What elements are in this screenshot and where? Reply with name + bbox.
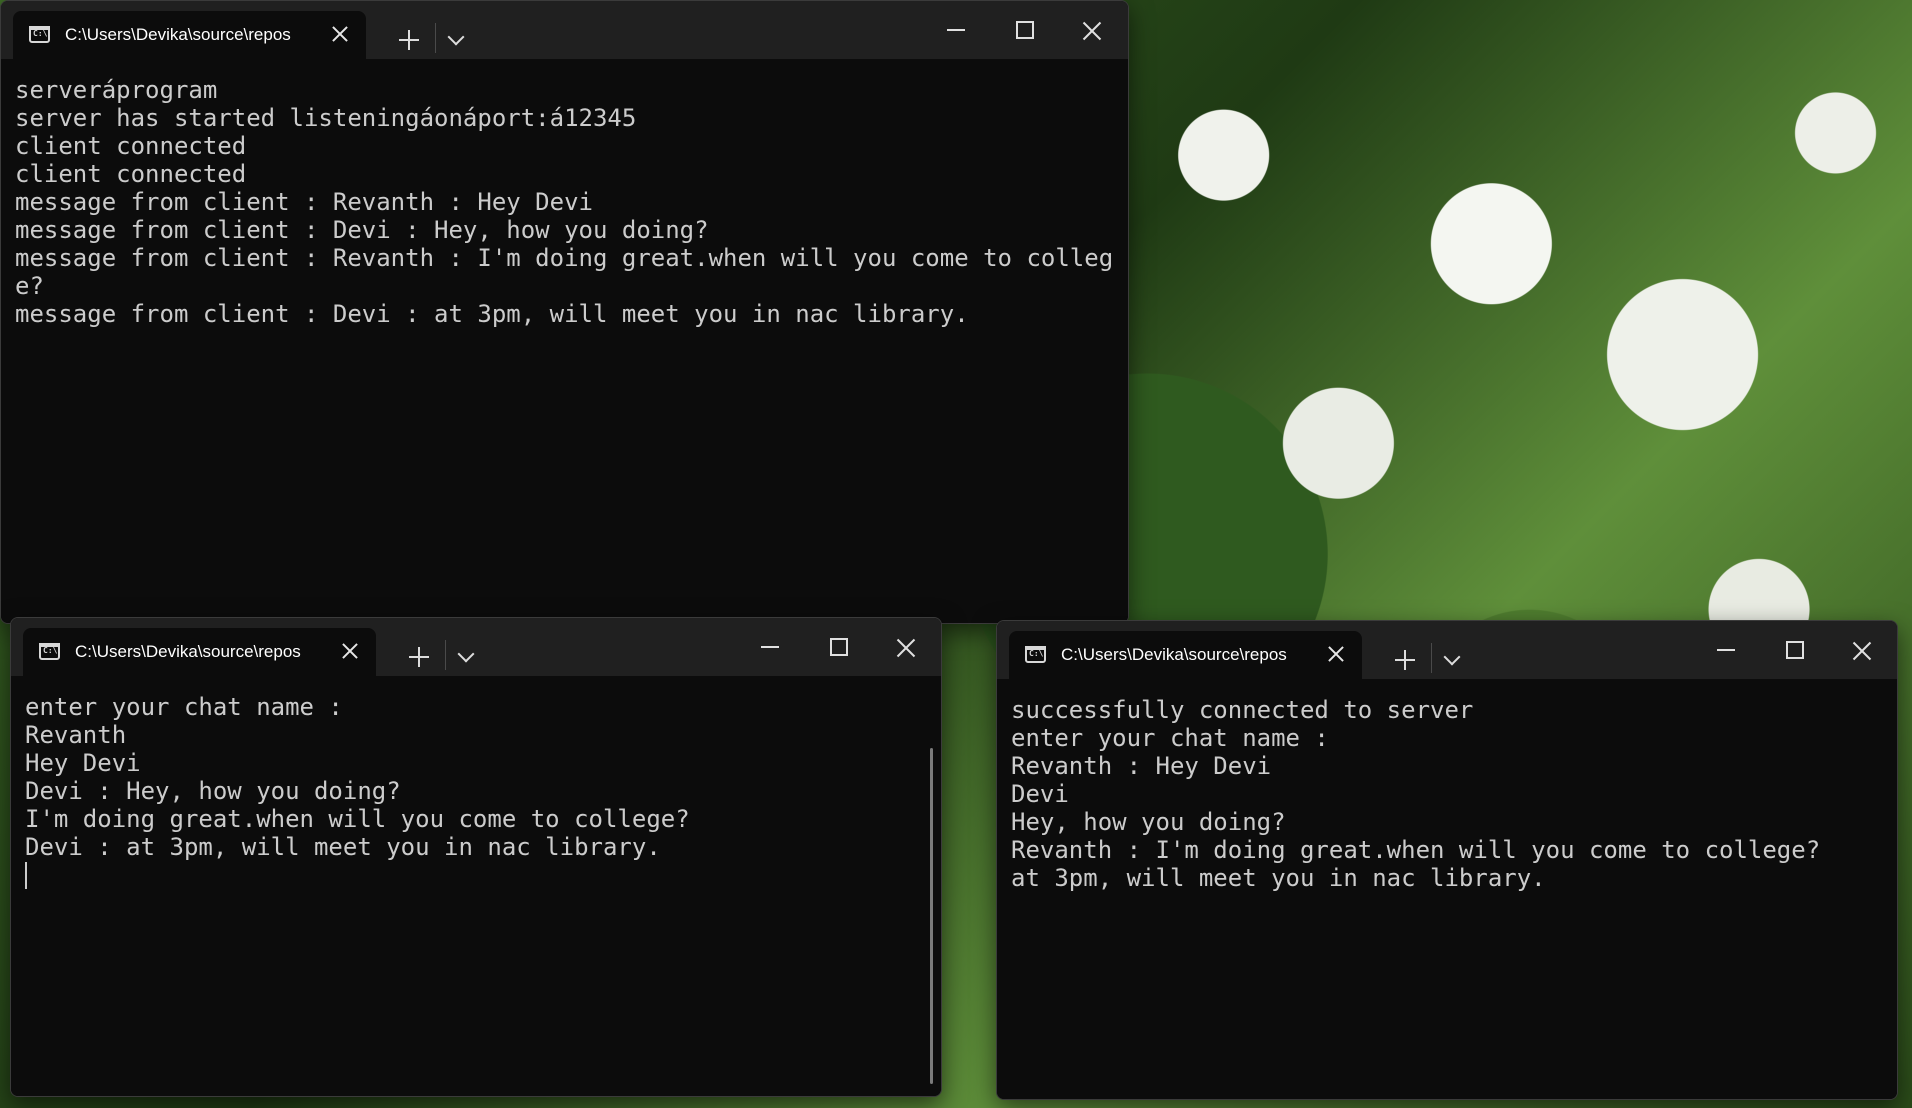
plus-icon[interactable] (399, 30, 419, 50)
close-window-icon[interactable] (895, 636, 917, 658)
console-line: successfully connected to server (1011, 696, 1474, 724)
console-line: message from client : Devi : at 3pm, wil… (15, 300, 969, 328)
divider (435, 23, 436, 53)
console-output[interactable]: serveráprogram server has started listen… (1, 64, 1128, 623)
console-line: I'm doing great.when will you come to co… (25, 805, 690, 833)
tab-title: C:\Users\Devika\source\repos (75, 642, 301, 661)
console-output[interactable]: enter your chat name : Revanth Hey Devi … (11, 681, 941, 1096)
console-line: at 3pm, will meet you in nac library. (1011, 864, 1546, 892)
minimize-icon[interactable] (1717, 639, 1739, 661)
console-line: client connected (15, 132, 247, 160)
tab-title: C:\Users\Devika\source\repos (1061, 645, 1287, 664)
minimize-icon[interactable] (947, 19, 969, 41)
console-line: client connected (15, 160, 247, 188)
maximize-icon[interactable] (1785, 639, 1807, 661)
console-line: serveráprogram (15, 76, 218, 104)
divider (1431, 643, 1432, 673)
console-line: Devi : Hey, how you doing? (25, 777, 401, 805)
console-line: Revanth (25, 721, 127, 749)
console-line: message from client : Revanth : Hey Devi (15, 188, 593, 216)
close-tab-icon[interactable] (1325, 643, 1347, 665)
title-bar[interactable]: C:\ C:\Users\Devika\source\repos (11, 618, 941, 676)
console-output[interactable]: successfully connected to server enter y… (997, 684, 1897, 1099)
chevron-down-icon[interactable] (457, 645, 475, 663)
title-bar[interactable]: C:\ C:\Users\Devika\source\repos (1, 1, 1128, 59)
console-line: Devi : at 3pm, will meet you in nac libr… (25, 833, 661, 861)
terminal-icon: C:\ (39, 643, 60, 660)
close-tab-icon[interactable] (329, 23, 351, 45)
console-line: message from client : Revanth : I'm doin… (15, 244, 1114, 300)
close-tab-icon[interactable] (339, 640, 361, 662)
maximize-icon[interactable] (1015, 19, 1037, 41)
close-window-icon[interactable] (1081, 19, 1103, 41)
client-revanth-terminal-window[interactable]: C:\ C:\Users\Devika\source\repos enter y… (10, 617, 942, 1097)
plus-icon[interactable] (409, 647, 429, 667)
console-line: enter your chat name : (1011, 724, 1329, 752)
minimize-icon[interactable] (761, 636, 783, 658)
console-line: Devi (1011, 780, 1069, 808)
terminal-tab[interactable]: C:\ C:\Users\Devika\source\repos (1009, 631, 1362, 679)
terminal-icon: C:\ (29, 26, 50, 43)
maximize-icon[interactable] (829, 636, 851, 658)
terminal-tab[interactable]: C:\ C:\Users\Devika\source\repos (23, 628, 376, 676)
console-line: Hey Devi (25, 749, 141, 777)
text-cursor (25, 862, 27, 889)
title-bar[interactable]: C:\ C:\Users\Devika\source\repos (997, 621, 1897, 679)
console-line: message from client : Devi : Hey, how yo… (15, 216, 709, 244)
terminal-tab[interactable]: C:\ C:\Users\Devika\source\repos (13, 11, 366, 59)
tab-title: C:\Users\Devika\source\repos (65, 25, 291, 44)
server-terminal-window[interactable]: C:\ C:\Users\Devika\source\repos serverá… (0, 0, 1129, 624)
scrollbar[interactable] (930, 748, 933, 1084)
console-line: Revanth : I'm doing great.when will you … (1011, 836, 1821, 864)
terminal-icon: C:\ (1025, 646, 1046, 663)
console-line: enter your chat name : (25, 693, 343, 721)
client-devi-terminal-window[interactable]: C:\ C:\Users\Devika\source\repos success… (996, 620, 1898, 1100)
close-window-icon[interactable] (1851, 639, 1873, 661)
plus-icon[interactable] (1395, 650, 1415, 670)
console-line: Revanth : Hey Devi (1011, 752, 1272, 780)
console-line: server has started listeningáonáport:á12… (15, 104, 637, 132)
divider (445, 640, 446, 670)
chevron-down-icon[interactable] (447, 28, 465, 46)
console-line: Hey, how you doing? (1011, 808, 1286, 836)
chevron-down-icon[interactable] (1443, 648, 1461, 666)
